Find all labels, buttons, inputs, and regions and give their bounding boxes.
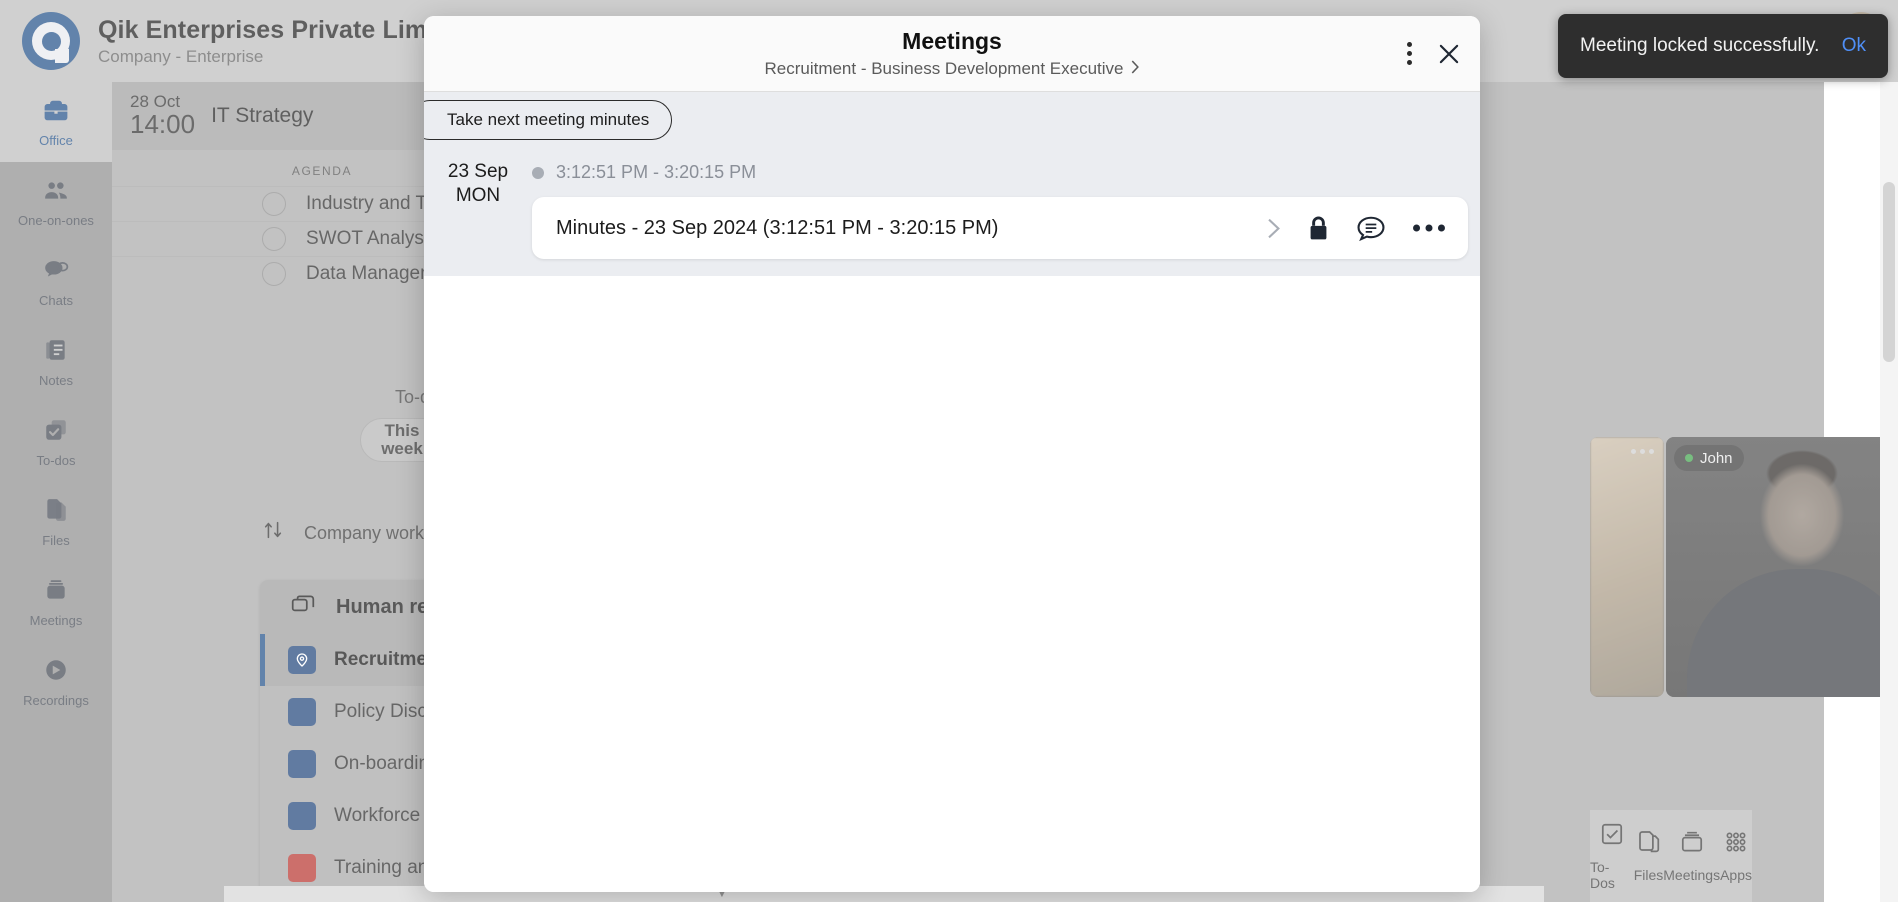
chevron-right-icon[interactable]: [1267, 218, 1281, 239]
session-date: 23 Sep MON: [424, 152, 532, 208]
comment-icon[interactable]: [1356, 215, 1386, 242]
modal-header: Meetings Recruitment - Business Developm…: [424, 16, 1480, 92]
session-time-row: 3:12:51 PM - 3:20:15 PM: [532, 152, 1468, 183]
session-time-range: 3:12:51 PM - 3:20:15 PM: [556, 162, 756, 183]
session-group: 23 Sep MON 3:12:51 PM - 3:20:15 PM Minut…: [424, 148, 1480, 276]
minutes-title: Minutes - 23 Sep 2024 (3:12:51 PM - 3:20…: [556, 217, 1267, 240]
ellipsis-icon[interactable]: [1412, 223, 1446, 233]
minutes-row-actions: [1267, 215, 1446, 242]
session-status-dot: [532, 167, 544, 179]
chevron-right-icon: [1131, 59, 1140, 79]
lock-closed-icon[interactable]: [1307, 215, 1330, 241]
session-content: 3:12:51 PM - 3:20:15 PM Minutes - 23 Sep…: [532, 152, 1480, 259]
modal-actions: [1407, 41, 1462, 67]
app-root: Qik Enterprises Private Limited Company …: [0, 0, 1898, 902]
breadcrumb[interactable]: Recruitment - Business Development Execu…: [764, 59, 1139, 79]
modal-title: Meetings: [902, 28, 1002, 55]
meetings-modal: Meetings Recruitment - Business Developm…: [424, 16, 1480, 892]
minutes-row[interactable]: Minutes - 23 Sep 2024 (3:12:51 PM - 3:20…: [532, 197, 1468, 259]
take-minutes-strip: Take next meeting minutes: [424, 92, 1480, 148]
kebab-menu-icon[interactable]: [1407, 42, 1412, 65]
session-date-day: 23 Sep: [424, 160, 532, 184]
take-next-meeting-minutes-button[interactable]: Take next meeting minutes: [424, 100, 672, 140]
session-date-weekday: MON: [424, 184, 532, 208]
breadcrumb-label: Recruitment - Business Development Execu…: [764, 59, 1123, 79]
toast-ok-button[interactable]: Ok: [1842, 35, 1866, 57]
toast-message: Meeting locked successfully.: [1580, 35, 1819, 57]
toast-notification: Meeting locked successfully. Ok: [1558, 14, 1888, 78]
close-icon[interactable]: [1436, 41, 1462, 67]
modal-body: Take next meeting minutes 23 Sep MON 3:1…: [424, 92, 1480, 892]
